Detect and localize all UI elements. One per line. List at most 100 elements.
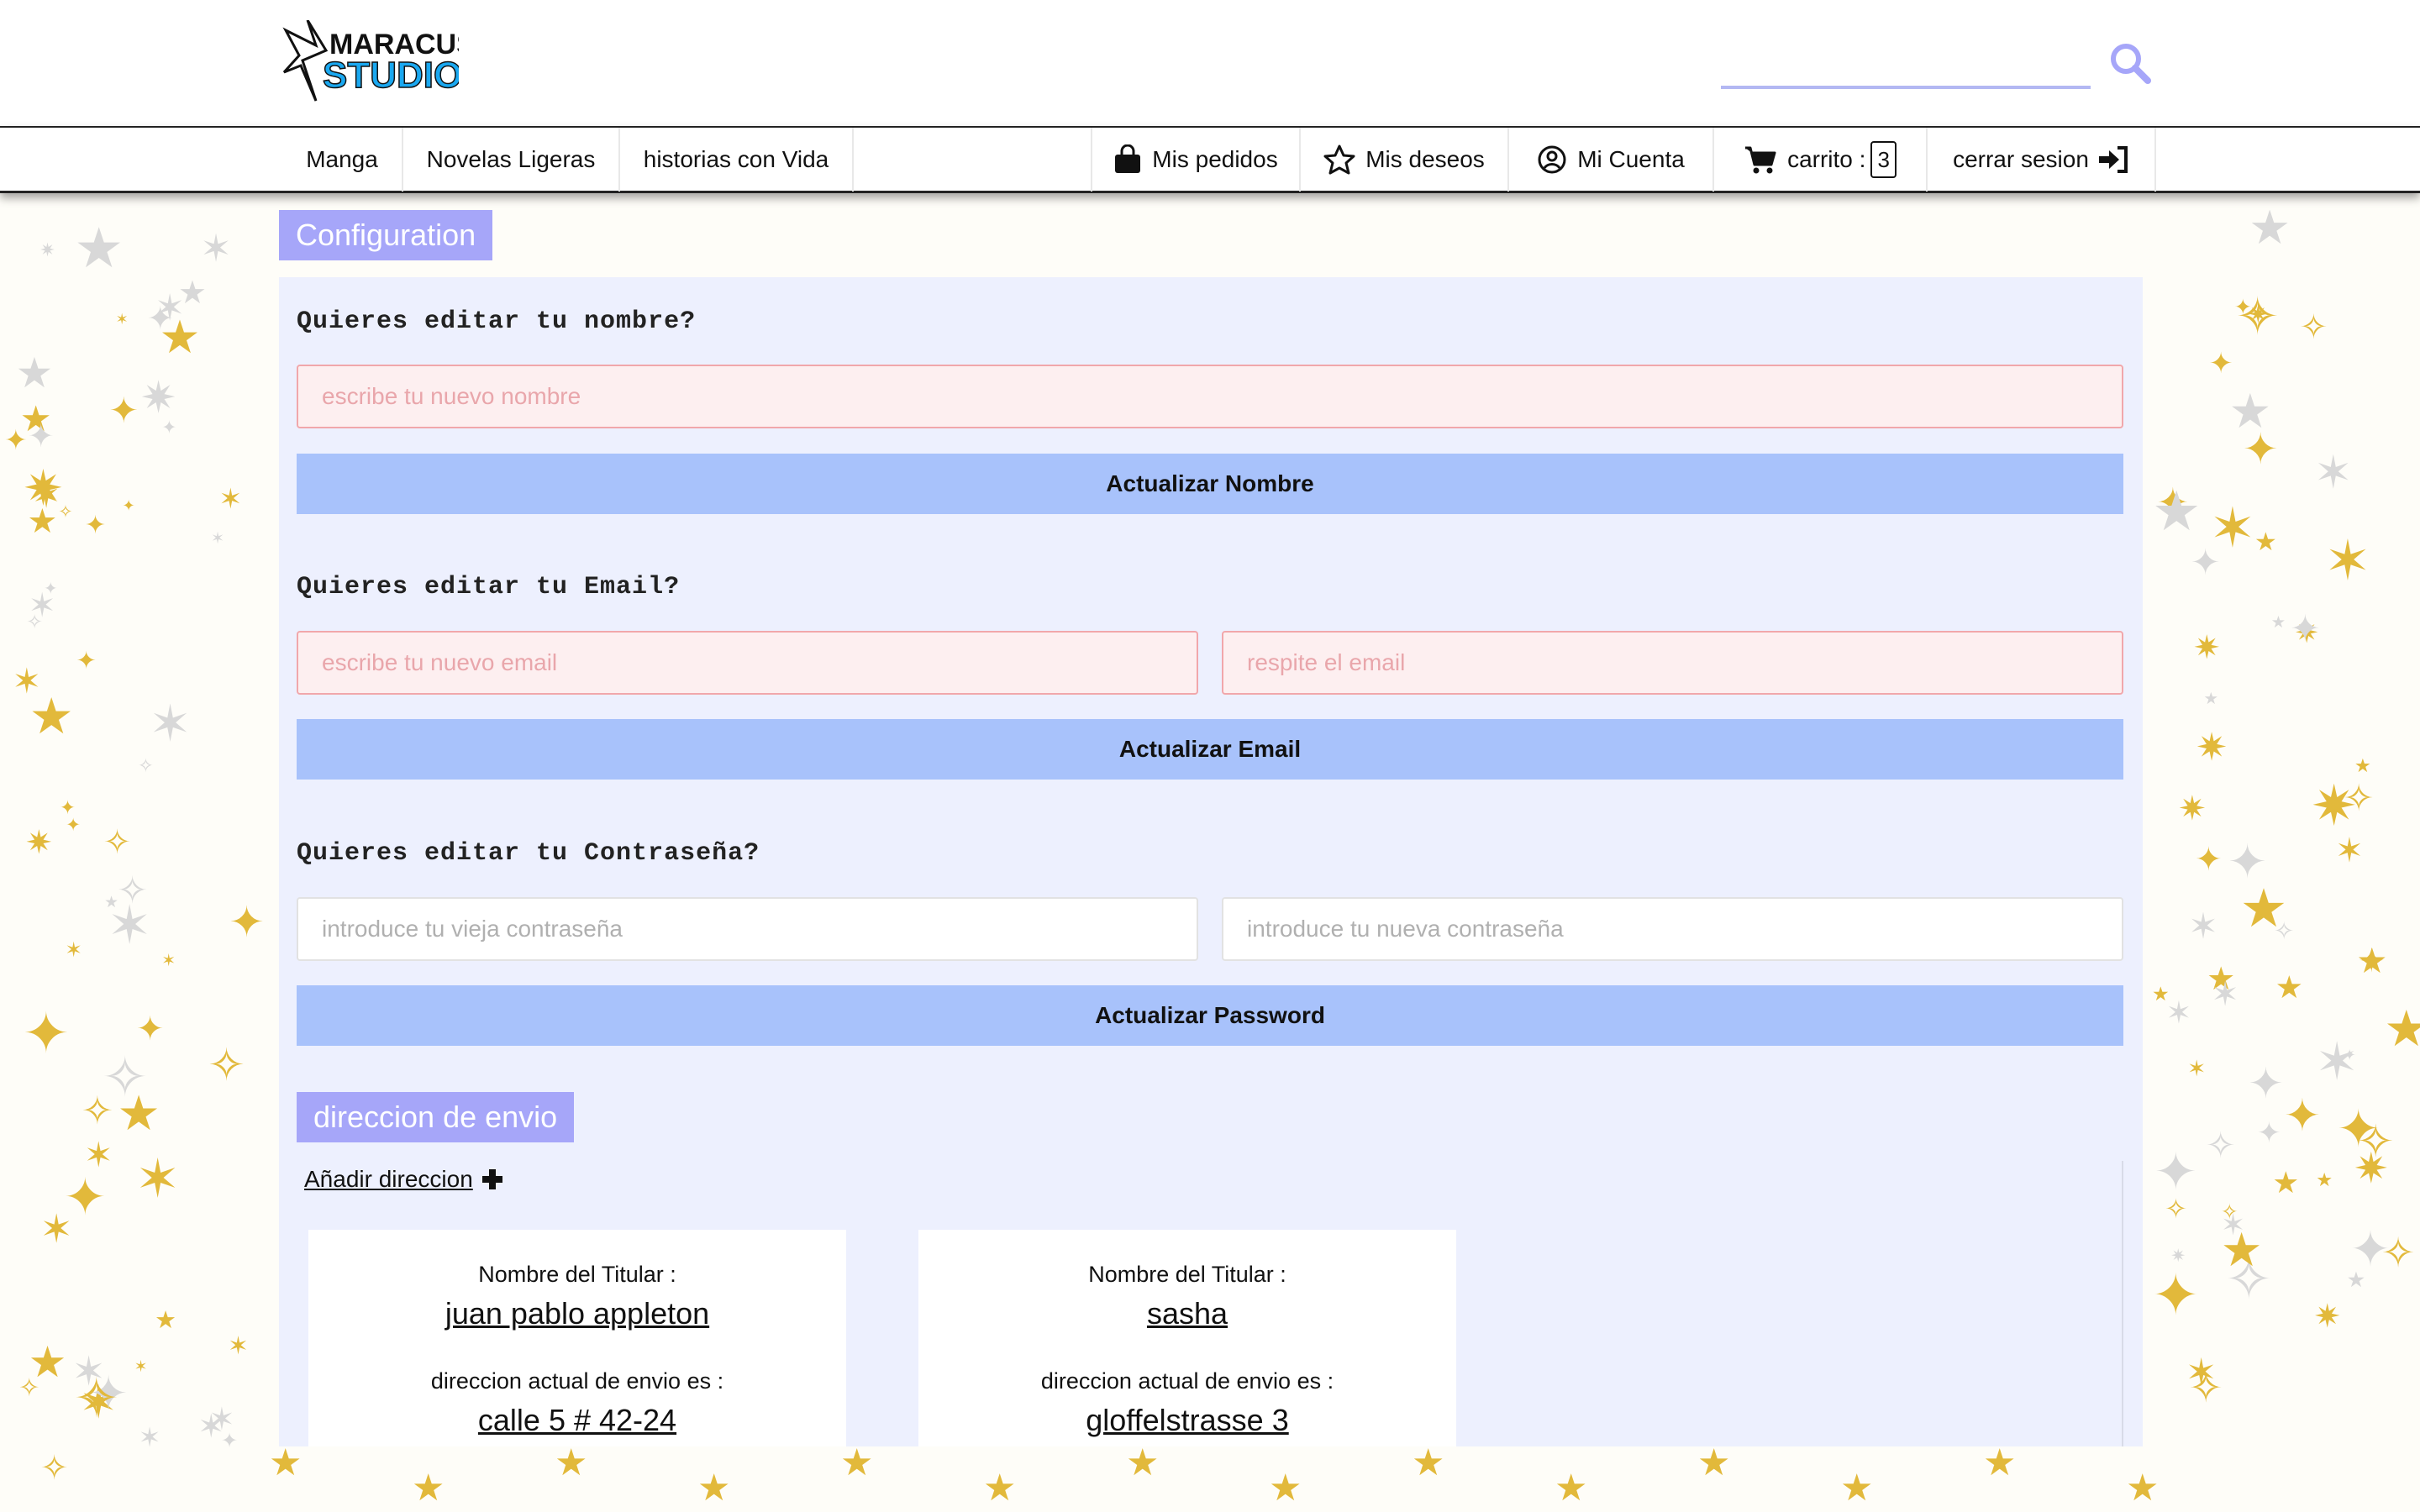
star-decoration: ✧ bbox=[81, 1088, 114, 1132]
wishes-label: Mis deseos bbox=[1365, 146, 1485, 172]
update-name-button[interactable]: Actualizar Nombre bbox=[297, 454, 2123, 514]
name-question: Quieres editar tu nombre? bbox=[297, 307, 697, 336]
nav-item-logout[interactable]: cerrar sesion bbox=[1928, 128, 2156, 192]
star-decoration: ★ bbox=[2272, 1165, 2300, 1200]
nav-item-wishes[interactable]: Mis deseos bbox=[1301, 128, 1509, 192]
star-decoration: ✧ bbox=[208, 1040, 245, 1090]
star-decoration: ✶ bbox=[197, 1408, 225, 1445]
address-value-link[interactable]: calle 5 # 42-24 bbox=[308, 1403, 846, 1438]
star-decoration: ✦ bbox=[2190, 542, 2221, 582]
star-decoration: ✶ bbox=[210, 529, 225, 548]
star-decoration: ★ bbox=[155, 1307, 176, 1335]
star-decoration: ✶ bbox=[2324, 529, 2371, 592]
star-decoration: ✶ bbox=[2335, 832, 2364, 870]
star-decoration: ✦ bbox=[2242, 424, 2279, 473]
main-nav: Manga Novelas Ligeras historias con Vida… bbox=[0, 126, 2420, 193]
star-decoration: ✧ bbox=[103, 823, 132, 861]
star-decoration: ✦ bbox=[27, 419, 55, 455]
star-decoration: ★ bbox=[983, 1467, 1017, 1509]
header: MARACUS STUDIO bbox=[0, 0, 2420, 126]
add-address-link[interactable]: Añadir direccion bbox=[304, 1166, 503, 1193]
new-email-input[interactable] bbox=[297, 631, 1198, 695]
star-decoration: ✷ bbox=[2195, 726, 2228, 769]
star-decoration: ★ bbox=[15, 349, 54, 396]
star-decoration: ★ bbox=[2126, 1467, 2160, 1509]
add-address-label: Añadir direccion bbox=[304, 1166, 473, 1192]
star-decoration: ✶ bbox=[149, 696, 192, 753]
star-outline-icon bbox=[1323, 144, 1355, 175]
star-decoration: ✧ bbox=[2356, 1116, 2395, 1167]
address-value-link[interactable]: gloffelstrasse 3 bbox=[918, 1403, 1456, 1438]
star-decoration: ✶ bbox=[2211, 976, 2239, 1014]
nav-label: Manga bbox=[306, 146, 378, 172]
nav-item-cart[interactable]: carrito : 3 bbox=[1714, 128, 1928, 192]
star-decoration: ★ bbox=[2384, 1000, 2420, 1058]
star-decoration: ★ bbox=[2254, 528, 2277, 557]
star-decoration: ✦ bbox=[2290, 609, 2321, 650]
star-decoration: ★ bbox=[1126, 1442, 1160, 1483]
star-decoration: ★ bbox=[2220, 1224, 2263, 1277]
star-decoration: ★ bbox=[412, 1467, 445, 1509]
star-decoration: ✦ bbox=[122, 496, 135, 514]
cart-icon bbox=[1745, 146, 1776, 174]
star-decoration: ✶ bbox=[2314, 447, 2353, 499]
star-decoration: ✦ bbox=[2349, 1221, 2391, 1277]
nav-label: historias con Vida bbox=[643, 146, 829, 172]
star-decoration: ★ bbox=[104, 893, 118, 911]
star-decoration: ✦ bbox=[4, 423, 28, 455]
star-decoration: ★ bbox=[177, 276, 207, 312]
site-logo[interactable]: MARACUS STUDIO bbox=[282, 19, 476, 104]
search-input[interactable] bbox=[1721, 42, 2091, 89]
star-decoration: ✶ bbox=[135, 1149, 181, 1209]
star-decoration: ✷ bbox=[2170, 1246, 2186, 1267]
nav-item-orders[interactable]: Mis pedidos bbox=[1091, 128, 1301, 192]
star-decoration: ✶ bbox=[2185, 1352, 2217, 1394]
star-decoration: ✧ bbox=[2343, 778, 2375, 820]
star-decoration: ✶ bbox=[134, 1357, 148, 1376]
star-decoration: ✦ bbox=[2248, 1059, 2284, 1108]
old-password-input[interactable] bbox=[297, 897, 1198, 961]
star-decoration: ★ bbox=[2275, 969, 2303, 1005]
update-password-button[interactable]: Actualizar Password bbox=[297, 985, 2123, 1046]
star-decoration: ✶ bbox=[218, 483, 243, 515]
address-card: Nombre del Titular : sasha direccion act… bbox=[918, 1230, 1456, 1446]
nav-item-account[interactable]: Mi Cuenta bbox=[1509, 128, 1714, 192]
star-decoration: ✦ bbox=[2151, 1264, 2200, 1328]
search-bar bbox=[1721, 34, 2151, 94]
star-decoration: ✶ bbox=[138, 1422, 161, 1453]
address-card: Nombre del Titular : juan pablo appleton… bbox=[308, 1230, 846, 1446]
new-password-input[interactable] bbox=[1222, 897, 2123, 961]
nav-item-manga[interactable]: Manga bbox=[282, 128, 403, 192]
star-decoration: ★ bbox=[1840, 1467, 1874, 1509]
holder-name-link[interactable]: sasha bbox=[918, 1296, 1456, 1331]
nav-item-novelas[interactable]: Novelas Ligeras bbox=[403, 128, 620, 192]
star-decoration: ✧ bbox=[117, 870, 149, 912]
star-decoration: ✷ bbox=[2178, 790, 2207, 828]
logout-label: cerrar sesion bbox=[1953, 146, 2089, 172]
star-decoration: ★ bbox=[1983, 1442, 2017, 1483]
star-decoration: ✦ bbox=[161, 417, 177, 438]
star-decoration: ★ bbox=[840, 1442, 874, 1483]
account-label: Mi Cuenta bbox=[1577, 146, 1685, 172]
star-decoration: ✶ bbox=[2188, 906, 2218, 946]
star-decoration: ✷ bbox=[2313, 1298, 2341, 1335]
star-decoration: ✦ bbox=[2257, 1116, 2281, 1149]
star-decoration: ✧ bbox=[2205, 1126, 2236, 1167]
star-decoration: ★ bbox=[269, 1442, 302, 1483]
repeat-email-input[interactable] bbox=[1222, 631, 2123, 695]
star-decoration: ✧ bbox=[73, 1368, 120, 1430]
update-email-button[interactable]: Actualizar Email bbox=[297, 719, 2123, 780]
shipping-title: direccion de envio bbox=[297, 1092, 575, 1142]
star-decoration: ✷ bbox=[24, 824, 53, 861]
new-name-input[interactable] bbox=[297, 365, 2123, 428]
search-icon[interactable] bbox=[2106, 39, 2156, 89]
star-decoration: ★ bbox=[74, 216, 124, 279]
address-label: direccion actual de envio es : bbox=[430, 1368, 724, 1394]
star-decoration: ✶ bbox=[2187, 1055, 2207, 1081]
holder-name-link[interactable]: juan pablo appleton bbox=[308, 1296, 846, 1331]
config-title: Configuration bbox=[279, 210, 493, 260]
nav-item-historias[interactable]: historias con Vida bbox=[620, 128, 854, 192]
star-decoration: ✦ bbox=[108, 390, 139, 430]
holder-label: Nombre del Titular : bbox=[1088, 1262, 1286, 1287]
cart-label: carrito : bbox=[1787, 146, 1866, 172]
